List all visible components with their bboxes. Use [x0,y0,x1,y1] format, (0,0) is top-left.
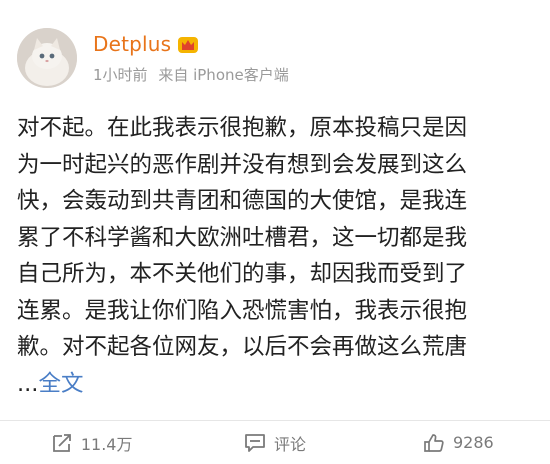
post-source: 来自 iPhone客户端 [158,66,289,84]
avatar[interactable] [17,28,77,88]
post-time: 1小时前 [93,66,148,84]
post-line: 自己所为，本不关他们的事，却因我而受到了 [17,261,468,287]
post-line: 对不起。在此我表示很抱歉，原本投稿只是因 [17,115,468,141]
repost-count: 11.4万 [80,434,133,454]
read-more: ...全文 [17,366,83,402]
action-bar: 11.4万 评论 9286 [0,421,550,464]
post-line: 歉。对不起各位网友，以后不会再做这么荒唐 [17,334,468,360]
comment-icon [245,433,265,452]
comment-label: 评论 [273,434,306,454]
username-text[interactable]: Detplus [93,32,171,56]
repost-icon [52,433,71,452]
post-line: 为一时起兴的恶作剧并没有想到会发展到这么 [17,151,468,178]
full-text-link[interactable]: 全文 [38,371,83,397]
like-button[interactable]: 9286 [367,421,550,464]
post-line: 累了不科学酱和大欧洲吐槽君，这一切都是我 [17,224,468,251]
post-meta: 1小时前 来自 iPhone客户端 [93,64,295,85]
repost-button[interactable]: 11.4万 [0,421,183,464]
post-line: 快，会轰动到共青团和德国的大使馆，是我连 [17,188,468,214]
crown-icon [177,34,199,54]
like-count: 9286 [452,433,494,452]
username[interactable]: Detplus [93,32,199,56]
post-body: 对不起。在此我表示很抱歉，原本投稿只是因 为一时起兴的恶作剧并没有想到会发展到这… [17,110,537,366]
like-icon [424,433,444,452]
ellipsis: ... [17,371,39,397]
post-line: 连累。是我让你们陷入恐慌害怕，我表示很抱 [17,297,468,324]
comment-button[interactable]: 评论 [183,421,366,464]
post-header: Detplus 1小时前 来自 iPhone客户端 [0,0,550,95]
